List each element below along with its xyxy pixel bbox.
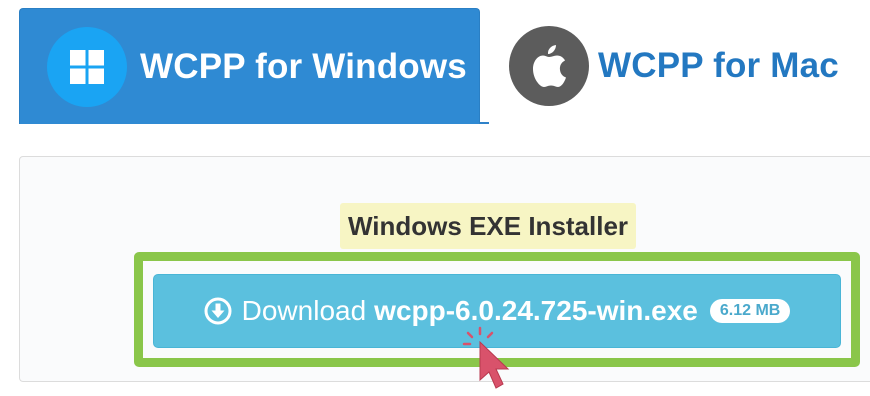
download-circle-icon — [204, 297, 232, 325]
tab-windows[interactable]: WCPP for Windows — [19, 8, 480, 124]
installer-heading: Windows EXE Installer — [340, 203, 637, 249]
download-prefix: Download — [241, 295, 367, 326]
wcpp-download-page: WCPP for Windows WCPP for Mac Windows EX… — [0, 0, 870, 396]
apple-logo-icon — [509, 26, 589, 106]
tab-mac[interactable]: WCPP for Mac — [489, 8, 870, 124]
tab-mac-label: WCPP for Mac — [598, 46, 839, 85]
file-size-badge: 6.12 MB — [709, 299, 791, 323]
platform-tabs: WCPP for Windows WCPP for Mac — [19, 0, 870, 124]
click-pointer-icon — [462, 326, 510, 389]
download-filename: wcpp-6.0.24.725-win.exe — [374, 295, 698, 326]
tab-windows-label: WCPP for Windows — [140, 46, 467, 86]
windows-logo-icon — [47, 26, 127, 107]
